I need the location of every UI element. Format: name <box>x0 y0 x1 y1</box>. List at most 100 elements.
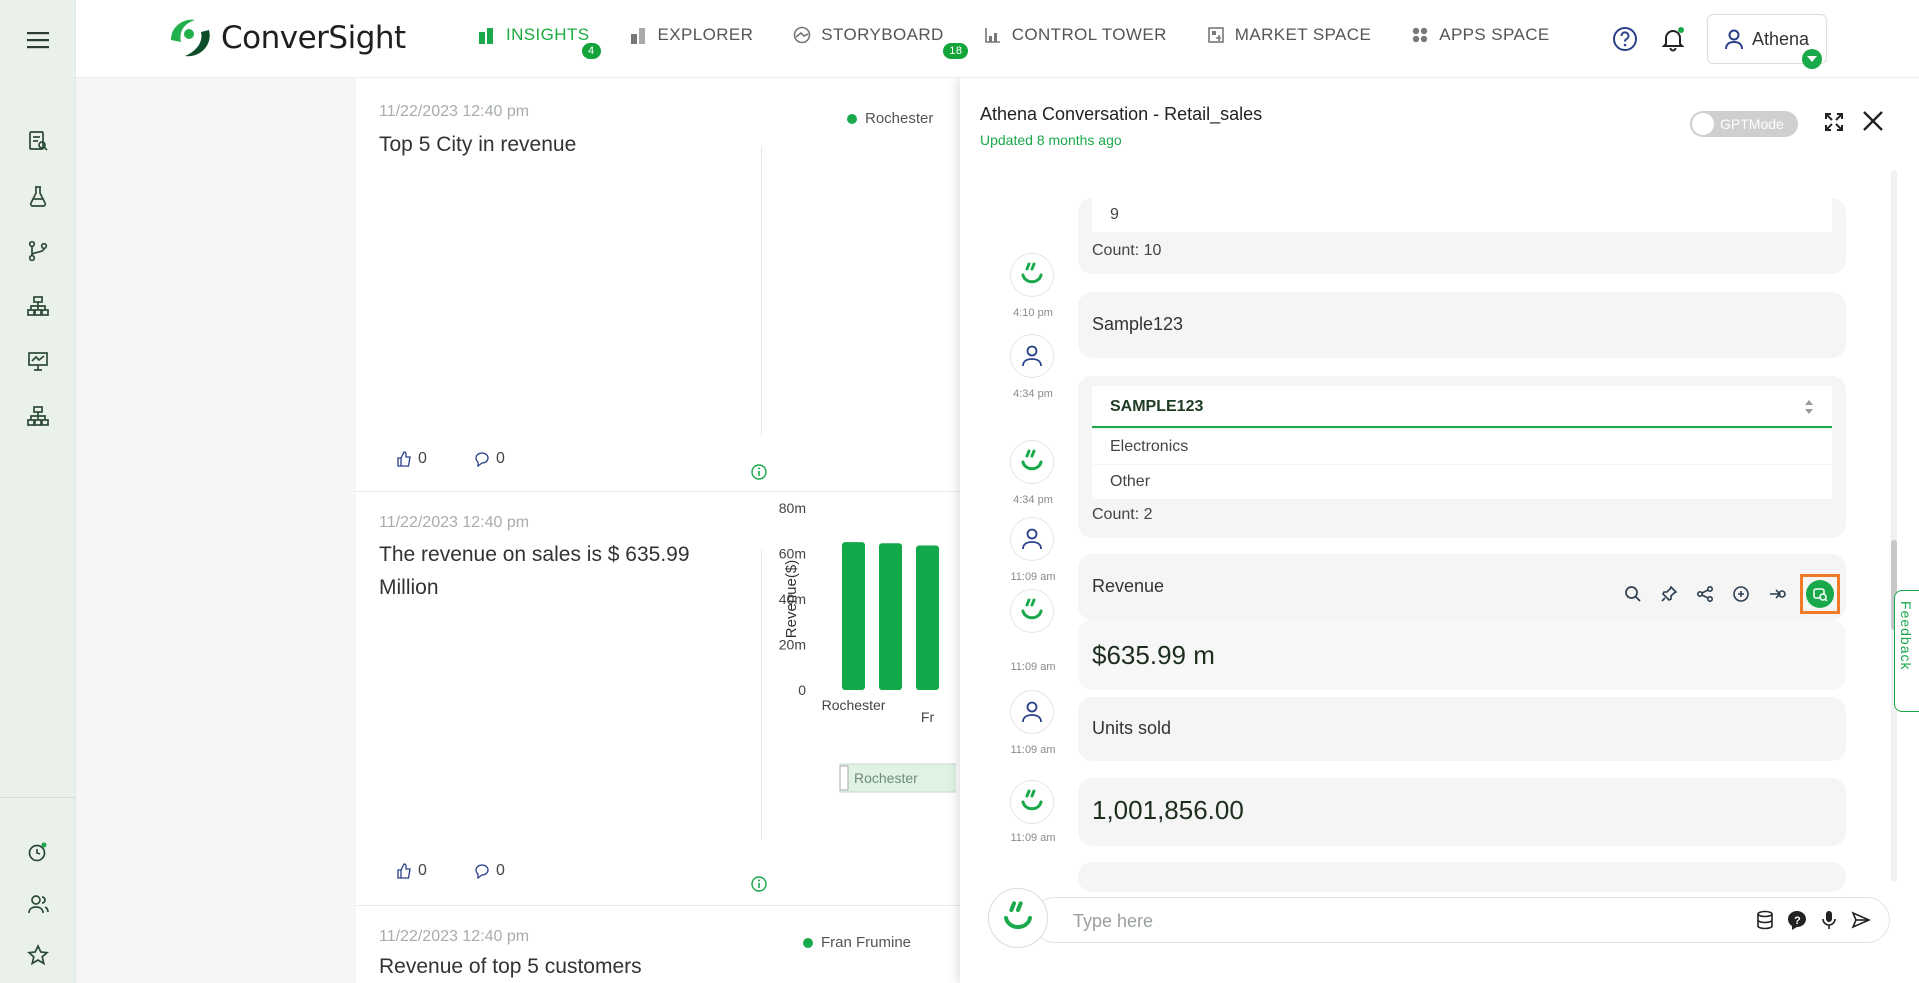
nav-insights[interactable]: INSIGHTS 4 <box>478 25 601 59</box>
like-button[interactable]: 0 <box>396 450 427 468</box>
branch-icon[interactable] <box>24 237 52 265</box>
close-icon[interactable] <box>1860 108 1886 134</box>
users-icon[interactable] <box>24 890 52 918</box>
star-icon[interactable] <box>24 941 52 969</box>
user-message: Units sold <box>1078 697 1846 761</box>
card-date: 11/22/2023 12:40 pm <box>379 514 530 531</box>
feedback-tab[interactable]: Feedback <box>1894 590 1919 712</box>
like-count: 0 <box>418 862 427 879</box>
bot-avatar <box>988 888 1048 948</box>
message-input[interactable]: Type here ? <box>1032 897 1890 943</box>
message-list: 4:10 pm 9 Count: 10 4:34 pm Sample123 4:… <box>960 168 1919 952</box>
thumbs-up-icon <box>397 451 411 467</box>
nav-apps-space[interactable]: APPS SPACE <box>1411 25 1549 45</box>
pin-icon[interactable] <box>1656 582 1681 607</box>
timer-icon[interactable] <box>24 838 52 866</box>
message-time: 11:09 am <box>1010 661 1056 673</box>
org-chart-icon[interactable] <box>24 402 52 430</box>
nav-label: STORYBOARD <box>821 25 944 44</box>
share-icon[interactable] <box>1692 582 1717 607</box>
message-text: Sample123 <box>1092 314 1184 334</box>
message-time: 11:09 am <box>1010 744 1056 756</box>
table-row: Other <box>1092 465 1832 499</box>
chart-bar <box>916 545 939 690</box>
comment-button[interactable]: 0 <box>474 450 505 468</box>
panel-title: Athena Conversation - Retail_sales <box>980 104 1263 124</box>
hierarchy-icon[interactable] <box>24 292 52 320</box>
market-space-icon <box>1207 26 1225 44</box>
left-rail <box>0 0 76 983</box>
legend-label: Rochester <box>865 110 934 127</box>
user-menu-button[interactable]: Athena <box>1707 14 1827 69</box>
nav-market-space[interactable]: MARKET SPACE <box>1207 25 1371 45</box>
explorer-icon <box>630 26 648 44</box>
card-date: 11/22/2023 12:40 pm <box>379 928 530 945</box>
question-chat-icon[interactable]: ? <box>1787 910 1807 935</box>
conversight-logo[interactable]: ConverSight <box>169 18 406 58</box>
revenue-bar-chart: 020m40m60m80mRevenue($)RochesterFrRoches… <box>779 500 956 793</box>
search-icon[interactable] <box>1620 582 1645 607</box>
sort-icon[interactable] <box>1804 399 1814 415</box>
table-row: 9 <box>1092 198 1832 232</box>
data-insight-icon[interactable] <box>1728 582 1753 607</box>
top-right-actions: Athena <box>1611 14 1827 69</box>
gpt-mode-toggle[interactable]: GPTMode <box>1690 111 1798 137</box>
x-tick-label: Rochester <box>822 697 886 713</box>
lab-flask-icon[interactable] <box>24 182 52 210</box>
help-icon[interactable] <box>1611 25 1639 53</box>
nav-storyboard[interactable]: STORYBOARD 18 <box>793 25 969 59</box>
notification-bell-icon[interactable] <box>1659 25 1687 53</box>
panel-updated: Updated 8 months ago <box>980 132 1122 148</box>
message-time: 4:34 pm <box>1013 494 1053 506</box>
units-value: 1,001,856.00 <box>1092 795 1244 825</box>
nav-label: INSIGHTS <box>506 25 590 44</box>
explain-icon <box>1806 580 1834 608</box>
like-count: 0 <box>418 450 427 467</box>
user-message: Sample123 <box>1078 292 1846 358</box>
card-title: Revenue of top 5 customers <box>379 955 642 978</box>
top-navigation: ConverSight INSIGHTS 4 EXPLORER STORYBOA… <box>76 0 1919 78</box>
brand-name: ConverSight <box>221 20 406 56</box>
message-time: 11:09 am <box>1010 571 1056 583</box>
rail-divider <box>0 797 76 798</box>
send-icon[interactable] <box>1851 910 1871 935</box>
thumbs-up-icon <box>397 863 411 879</box>
nav-control-tower[interactable]: CONTROL TOWER <box>984 25 1167 45</box>
feedback-label: Feedback <box>1898 601 1914 671</box>
slider-label: Rochester <box>854 770 918 786</box>
microphone-icon[interactable] <box>1819 910 1839 935</box>
insight-card[interactable]: 11/22/2023 12:40 pm Top 5 City in revenu… <box>356 78 978 492</box>
nav-label: EXPLORER <box>657 25 754 44</box>
like-button[interactable]: 0 <box>396 862 427 880</box>
nav-explorer[interactable]: EXPLORER <box>630 25 754 45</box>
bar-chart-icon <box>478 26 496 44</box>
slider-handle <box>839 765 849 791</box>
comment-button[interactable]: 0 <box>474 862 505 880</box>
x-tick-label: Fr <box>921 709 935 725</box>
message-text: Units sold <box>1092 718 1172 738</box>
chevron-down-icon[interactable] <box>1802 49 1822 69</box>
report-search-icon[interactable] <box>24 127 52 155</box>
send-to-icon[interactable] <box>1764 582 1789 607</box>
logo-mark-icon <box>169 18 213 58</box>
table-header[interactable]: SAMPLE123 <box>1092 386 1832 428</box>
bot-avatar <box>1010 589 1054 633</box>
result-count: Count: 10 <box>1092 242 1162 259</box>
table-row: Electronics <box>1092 430 1832 464</box>
comment-count: 0 <box>496 450 505 467</box>
chart-legend: Rochester <box>847 110 933 127</box>
y-axis-label: Revenue($) <box>783 560 800 638</box>
card-title: Top 5 City in revenue <box>379 133 577 156</box>
expand-icon[interactable] <box>1822 110 1846 134</box>
comment-icon <box>475 452 489 467</box>
menu-icon[interactable] <box>24 26 52 54</box>
message-composer: Type here ? <box>988 888 1890 948</box>
info-icon[interactable] <box>751 464 767 480</box>
y-tick-label: 0 <box>798 682 806 698</box>
gpt-mode-label: GPTMode <box>1720 116 1784 132</box>
conversation-panel: Athena Conversation - Retail_sales Updat… <box>960 78 1919 983</box>
bot-avatar <box>1010 253 1054 297</box>
explain-button[interactable] <box>1800 574 1840 614</box>
presentation-icon[interactable] <box>24 347 52 375</box>
database-icon[interactable] <box>1755 910 1775 935</box>
